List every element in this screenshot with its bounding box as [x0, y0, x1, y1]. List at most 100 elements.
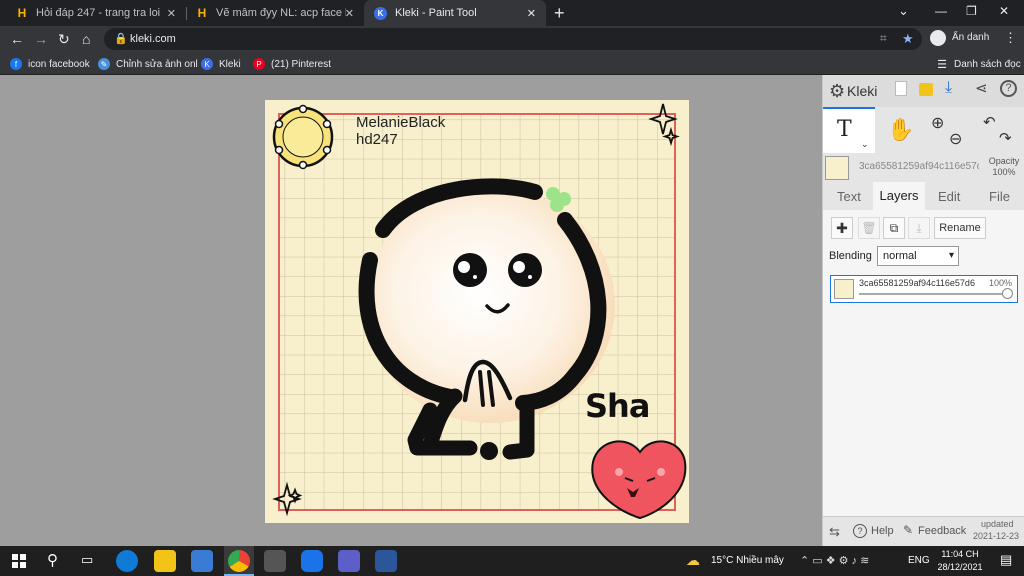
menu-icon[interactable]: ⋮ — [1004, 30, 1017, 46]
windows-taskbar: ⚲ ▭ ☁ 15°C Nhiều mây ⌃ ▭ ❖ ⚙ ♪ ≋ ENG 11:… — [0, 546, 1024, 576]
delete-layer-button[interactable]: 🗑 — [858, 217, 880, 239]
chevron-down-icon: ▾ — [948, 250, 954, 261]
swap-panel-icon[interactable]: ⇆ — [829, 524, 840, 540]
center-foot — [480, 442, 498, 460]
zalo-icon[interactable] — [301, 550, 323, 572]
hand-tool-icon[interactable]: ✋ — [887, 117, 914, 143]
tab-search-button[interactable]: ⌄ — [898, 3, 909, 19]
bookmarks-bar: f icon facebook ✎ Chỉnh sửa ảnh onl K Kleki… — [0, 53, 1024, 75]
bookmark-pinterest[interactable]: P (21) Pinterest — [253, 56, 331, 72]
bookmark-label: icon facebook — [28, 58, 90, 70]
zoom-in-icon[interactable]: ⊕ — [931, 113, 944, 133]
opacity-value: 100% — [992, 167, 1016, 177]
feedback-link[interactable]: Feedback — [918, 525, 966, 537]
layer-opacity-handle[interactable] — [1002, 288, 1013, 299]
merge-down-button[interactable]: ⤓ — [908, 217, 930, 239]
duplicate-layer-button[interactable]: ⧉ — [883, 217, 905, 239]
layer-row-thumbnail — [834, 279, 854, 299]
tab-kleki[interactable]: K Kleki - Paint Tool ✕ — [364, 0, 546, 26]
blending-select[interactable]: normal ▾ — [877, 246, 959, 266]
close-window-button[interactable]: ✕ — [999, 4, 1009, 18]
layer-opacity-slider[interactable] — [859, 293, 1009, 295]
search-icon[interactable]: ⚲ — [47, 551, 58, 569]
layer-row-name: 3ca65581259af94c116e57d6 — [859, 278, 975, 288]
panel-footer: ⇆ ? Help ✎ Feedback updated 2021-12-23 — [823, 516, 1024, 546]
updated-date: 2021-12-23 — [973, 531, 1020, 541]
rename-layer-button[interactable]: Rename — [934, 217, 986, 239]
reload-icon[interactable]: ↻ — [58, 31, 70, 47]
reading-list-label: Danh sách đọc — [954, 58, 1021, 70]
clock-time[interactable]: 11:04 CH — [940, 549, 980, 559]
download-icon[interactable]: ⤓ — [945, 79, 952, 97]
help-link[interactable]: Help — [871, 525, 894, 537]
help-icon[interactable]: ? — [1000, 80, 1017, 97]
text-tool-button[interactable]: T ⌄ — [823, 107, 875, 153]
new-tab-button[interactable]: + — [554, 3, 565, 24]
opacity-label: Opacity — [988, 156, 1020, 166]
current-layer-name: 3ca65581259af94c116e57d — [859, 161, 979, 172]
reading-list[interactable]: ☰ Danh sách đọc — [936, 56, 1021, 72]
hoidap-favicon-icon: H — [17, 6, 27, 20]
tab-title: Hỏi đáp 247 - trang tra loi — [36, 7, 161, 19]
lock-icon[interactable]: 🔒 — [114, 32, 128, 45]
profile-label[interactable]: Ẩn danh — [952, 32, 989, 43]
close-tab-icon[interactable]: ✕ — [345, 7, 354, 20]
tab-edit[interactable]: Edit — [938, 189, 960, 204]
redo-icon[interactable]: ↷ — [999, 129, 1012, 147]
chrome-taskbar-item[interactable] — [224, 546, 254, 576]
blending-label: Blending — [829, 250, 872, 262]
word-icon[interactable] — [375, 550, 397, 572]
canvas-text-line1: MelanieBlack — [356, 114, 446, 131]
restore-button[interactable]: ❐ — [966, 4, 977, 18]
clock-date[interactable]: 28/12/2021 — [935, 562, 985, 572]
right-eye — [508, 253, 542, 287]
tab-text[interactable]: Text — [837, 189, 861, 204]
tab-file[interactable]: File — [989, 189, 1010, 204]
close-tab-icon[interactable]: ✕ — [167, 7, 176, 20]
hoidap-favicon-icon: H — [197, 6, 207, 20]
layer-row[interactable]: 3ca65581259af94c116e57d6 100% — [830, 275, 1018, 303]
tab-strip: H Hỏi đáp 247 - trang tra loi ✕ H Vẽ mâm… — [0, 0, 1024, 26]
translate-icon[interactable]: ⌗ — [880, 31, 887, 46]
tambourine-icon — [272, 104, 334, 170]
zoom-out-icon[interactable]: ⊖ — [949, 129, 962, 149]
store-icon[interactable] — [191, 550, 213, 572]
tab-vemam[interactable]: H Vẽ mâm đyy NL: acp face khum ✕ — [186, 0, 364, 26]
add-layer-button[interactable]: ✚ — [831, 217, 853, 239]
home-icon[interactable]: ⌂ — [82, 31, 90, 47]
minimize-button[interactable]: — — [935, 4, 947, 18]
panel-header: ⚙ Kleki ⤓ ⋖ ? — [823, 75, 1024, 107]
chevron-down-icon[interactable]: ⌄ — [861, 139, 869, 150]
close-tab-icon[interactable]: ✕ — [527, 7, 536, 20]
drawing-canvas[interactable]: MelanieBlack hd247 Sha — [265, 100, 689, 523]
bookmark-chinh-sua[interactable]: ✎ Chỉnh sửa ảnh onl — [98, 56, 198, 72]
edge-icon[interactable] — [116, 550, 138, 572]
tab-hoidap[interactable]: H Hỏi đáp 247 - trang tra loi ✕ — [6, 0, 186, 26]
tab-layers[interactable]: Layers — [873, 182, 925, 210]
camera-icon[interactable] — [264, 550, 286, 572]
kleki-favicon-icon: K — [374, 6, 387, 20]
bookmark-kleki[interactable]: K Kleki — [201, 56, 241, 72]
share-icon[interactable]: ⋖ — [975, 79, 988, 97]
file-explorer-icon[interactable] — [154, 550, 176, 572]
address-bar[interactable]: 🔒 kleki.com ⌗ ★ — [104, 28, 922, 50]
task-view-icon[interactable]: ▭ — [81, 552, 93, 568]
windows-start-icon[interactable] — [12, 554, 26, 568]
bookmark-star-icon[interactable]: ★ — [902, 31, 914, 47]
teams-icon[interactable] — [338, 550, 360, 572]
tab-title: Kleki - Paint Tool — [395, 7, 477, 19]
left-eye — [453, 253, 487, 287]
system-tray-icons[interactable]: ⌃ ▭ ❖ ⚙ ♪ ≋ — [800, 554, 869, 567]
updated-label: updated — [981, 519, 1014, 529]
undo-icon[interactable]: ↶ — [983, 113, 996, 131]
bookmark-icon-facebook[interactable]: f icon facebook — [10, 56, 90, 72]
weather-text[interactable]: 15°C Nhiều mây — [711, 555, 784, 566]
artwork — [272, 103, 687, 520]
notification-icon[interactable]: ▤ — [1000, 552, 1012, 568]
incognito-icon — [930, 30, 946, 46]
back-icon[interactable]: ← — [10, 31, 24, 47]
forward-icon[interactable]: → — [34, 31, 48, 47]
new-image-icon[interactable] — [895, 81, 907, 96]
language-indicator[interactable]: ENG — [908, 555, 930, 566]
open-folder-icon[interactable] — [919, 83, 933, 96]
